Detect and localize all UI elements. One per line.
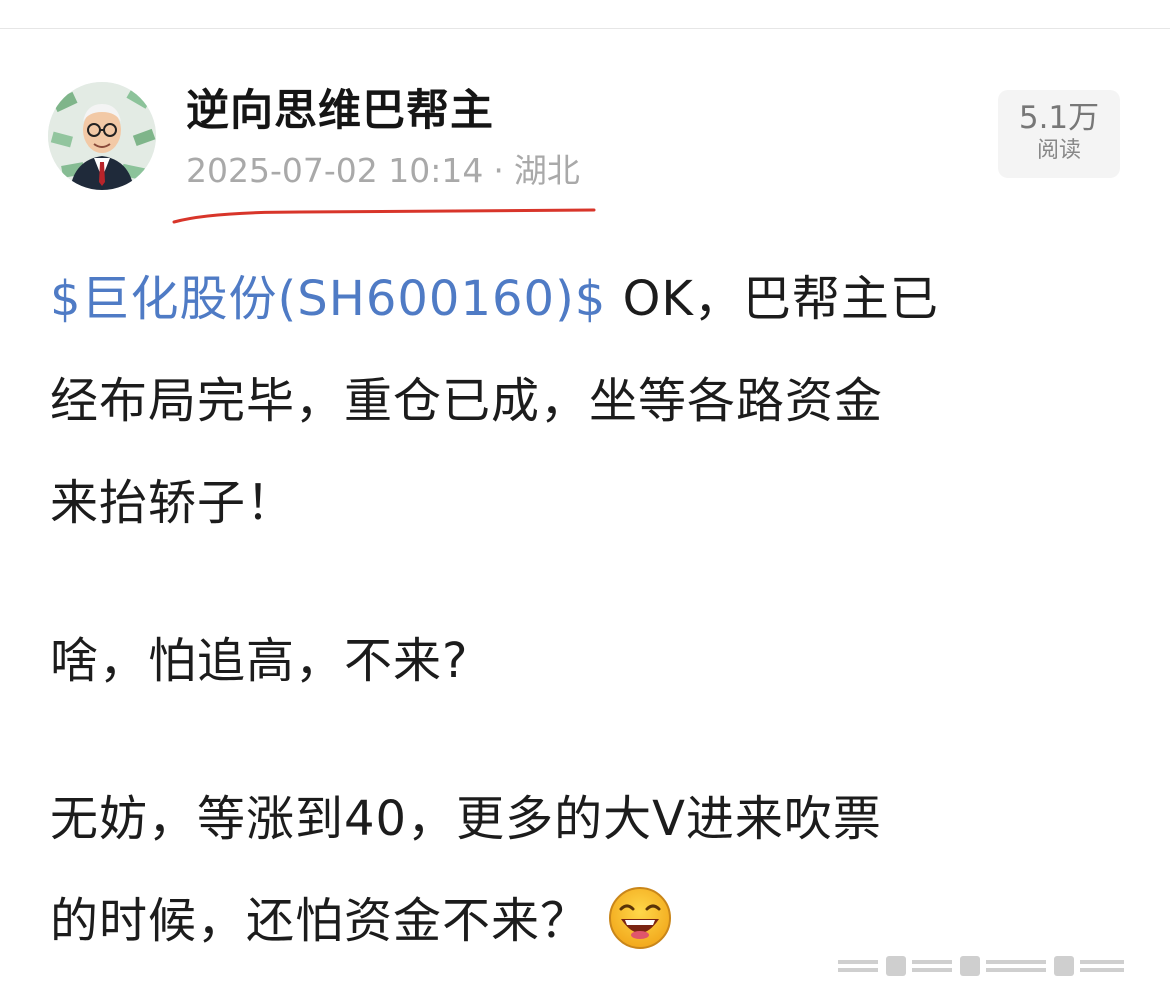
- avatar-portrait-icon: [48, 82, 156, 190]
- read-count-badge: 5.1万 阅读: [998, 90, 1120, 178]
- post-paragraph-1: $巨化股份(SH600160)$ OK，巴帮主已 经布局完毕，重仓已成，坐等各路…: [50, 248, 1130, 554]
- meta-separator: ·: [493, 151, 504, 190]
- watermark-strip: [838, 956, 1124, 976]
- top-divider: [0, 28, 1170, 29]
- laughing-emoji-icon: [607, 884, 673, 986]
- author-name[interactable]: 逆向思维巴帮主: [186, 82, 494, 140]
- read-count-number: 5.1万: [1018, 100, 1100, 136]
- read-count-label: 阅读: [1036, 138, 1081, 163]
- p1-line3-text: 来抬轿子！: [50, 475, 296, 531]
- stock-link[interactable]: $巨化股份(SH600160)$: [50, 271, 606, 327]
- post-meta: 2025-07-02 10:14 · 湖北: [186, 148, 580, 194]
- red-annotation-underline: [172, 208, 596, 224]
- p3-line2-text: 的时候，还怕资金不来？: [50, 893, 590, 949]
- post-date: 2025-07-02 10:14: [186, 151, 484, 190]
- post-body: $巨化股份(SH600160)$ OK，巴帮主已 经布局完毕，重仓已成，坐等各路…: [50, 248, 1130, 986]
- p3-line1-text: 无妨，等涨到40，更多的大V进来吹票: [50, 791, 882, 847]
- p1-line1-text: OK，巴帮主已: [606, 271, 939, 327]
- p1-line2-text: 经布局完毕，重仓已成，坐等各路资金: [50, 373, 884, 429]
- author-avatar[interactable]: [48, 82, 156, 190]
- post-paragraph-2: 啥，怕追高，不来?: [50, 633, 469, 689]
- post-location: 湖北: [513, 151, 580, 190]
